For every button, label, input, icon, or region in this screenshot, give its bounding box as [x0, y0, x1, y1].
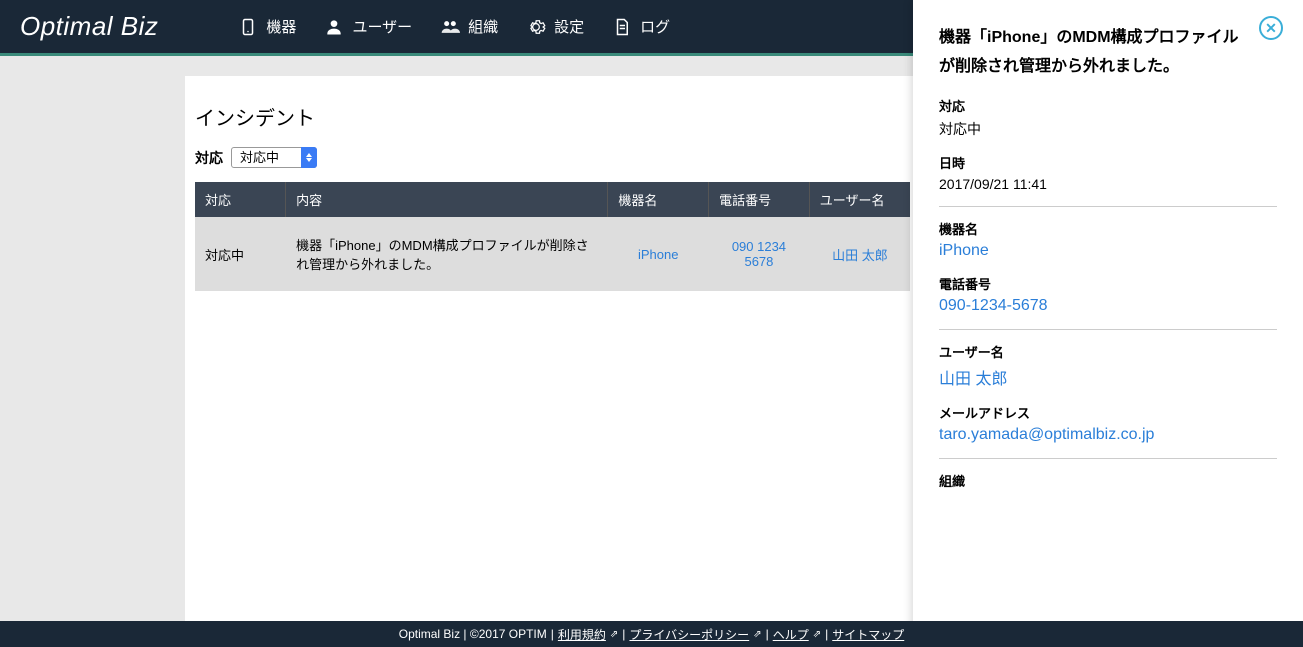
nav-logs-label: ログ	[640, 16, 670, 37]
detail-phone: 電話番号 090-1234-5678	[939, 274, 1277, 315]
detail-title: 機器「iPhone」のMDM構成プロファイルが削除され管理から外れました。	[939, 24, 1277, 82]
detail-status-label: 対応	[939, 96, 1277, 115]
nav-devices-label: 機器	[266, 16, 296, 37]
detail-datetime: 日時 2017/09/21 11:41	[939, 153, 1277, 192]
nav-logs[interactable]: ログ	[612, 16, 670, 37]
external-icon: ⇗	[813, 629, 821, 640]
external-icon: ⇗	[753, 629, 761, 640]
cell-user-link[interactable]: 山田 太郎	[809, 217, 910, 291]
filter-select-wrap: 対応中	[231, 147, 317, 168]
cell-device-link[interactable]: iPhone	[608, 217, 709, 291]
detail-status: 対応 対応中	[939, 96, 1277, 139]
footer-help-link[interactable]: ヘルプ	[773, 626, 809, 643]
th-content: 内容	[286, 182, 608, 217]
document-icon	[612, 17, 632, 37]
footer-sep: |	[622, 627, 625, 641]
detail-user-link[interactable]: 山田 太郎	[939, 365, 1277, 389]
detail-phone-link[interactable]: 090-1234-5678	[939, 297, 1277, 315]
th-device: 機器名	[608, 182, 709, 217]
footer: Optimal Biz | ©2017 OPTIM | 利用規約 ⇗ | プライバ…	[0, 621, 1303, 647]
filter-select[interactable]: 対応中	[231, 147, 317, 168]
footer-sep: |	[766, 627, 769, 641]
nav-settings-label: 設定	[554, 16, 584, 37]
detail-email-link[interactable]: taro.yamada@optimalbiz.co.jp	[939, 426, 1277, 444]
detail-panel: ✕ 機器「iPhone」のMDM構成プロファイルが削除され管理から外れました。 …	[913, 0, 1303, 647]
nav-orgs[interactable]: 組織	[440, 16, 498, 37]
user-icon	[324, 17, 344, 37]
cell-content: 機器「iPhone」のMDM構成プロファイルが削除され管理から外れました。	[286, 217, 608, 291]
nav-devices[interactable]: 機器	[238, 16, 296, 37]
detail-email-label: メールアドレス	[939, 403, 1277, 422]
cell-status: 対応中	[195, 217, 286, 291]
detail-datetime-value: 2017/09/21 11:41	[939, 176, 1277, 192]
device-icon	[238, 17, 258, 37]
nav-settings[interactable]: 設定	[526, 16, 584, 37]
footer-sitemap-link[interactable]: サイトマップ	[832, 626, 904, 643]
th-user: ユーザー名	[809, 182, 910, 217]
group-icon	[440, 17, 460, 37]
footer-terms-link[interactable]: 利用規約	[558, 626, 606, 643]
detail-datetime-label: 日時	[939, 153, 1277, 172]
page-title: インシデント	[195, 96, 910, 147]
filter-row: 対応 対応中	[195, 147, 910, 168]
detail-org: 組織	[939, 471, 1277, 490]
divider	[939, 329, 1277, 330]
th-status: 対応	[195, 182, 286, 217]
table-header-row: 対応 内容 機器名 電話番号 ユーザー名	[195, 182, 910, 217]
close-icon[interactable]: ✕	[1259, 16, 1283, 40]
content-panel: インシデント 対応 対応中 対応 内容 機器名 電話番号 ユーザー名	[185, 76, 920, 626]
table-row[interactable]: 対応中 機器「iPhone」のMDM構成プロファイルが削除され管理から外れました…	[195, 217, 910, 291]
gear-icon	[526, 17, 546, 37]
detail-org-label: 組織	[939, 471, 1277, 490]
detail-email: メールアドレス taro.yamada@optimalbiz.co.jp	[939, 403, 1277, 444]
brand-logo: Optimal Biz	[20, 11, 158, 42]
main-nav: 機器 ユーザー 組織 設定 ログ	[238, 16, 670, 37]
footer-sep: |	[825, 627, 828, 641]
detail-phone-label: 電話番号	[939, 274, 1277, 293]
main-content: インシデント 対応 対応中 対応 内容 機器名 電話番号 ユーザー名	[0, 56, 920, 626]
cell-phone-link[interactable]: 090 1234 5678	[709, 217, 810, 291]
detail-device-label: 機器名	[939, 219, 1277, 238]
detail-status-value: 対応中	[939, 119, 1277, 139]
detail-user-label: ユーザー名	[939, 342, 1277, 361]
nav-users-label: ユーザー	[352, 16, 412, 37]
detail-device: 機器名 iPhone	[939, 219, 1277, 260]
filter-label: 対応	[195, 148, 223, 168]
nav-orgs-label: 組織	[468, 16, 498, 37]
nav-users[interactable]: ユーザー	[324, 16, 412, 37]
incident-table: 対応 内容 機器名 電話番号 ユーザー名 対応中 機器「iPhone」のMDM構…	[195, 182, 910, 291]
footer-sep: |	[551, 627, 554, 641]
external-icon: ⇗	[610, 629, 618, 640]
footer-privacy-link[interactable]: プライバシーポリシー	[629, 626, 749, 643]
divider	[939, 458, 1277, 459]
footer-copyright: Optimal Biz | ©2017 OPTIM	[399, 627, 547, 641]
detail-device-link[interactable]: iPhone	[939, 242, 1277, 260]
detail-user: ユーザー名 山田 太郎	[939, 342, 1277, 389]
th-phone: 電話番号	[709, 182, 810, 217]
divider	[939, 206, 1277, 207]
